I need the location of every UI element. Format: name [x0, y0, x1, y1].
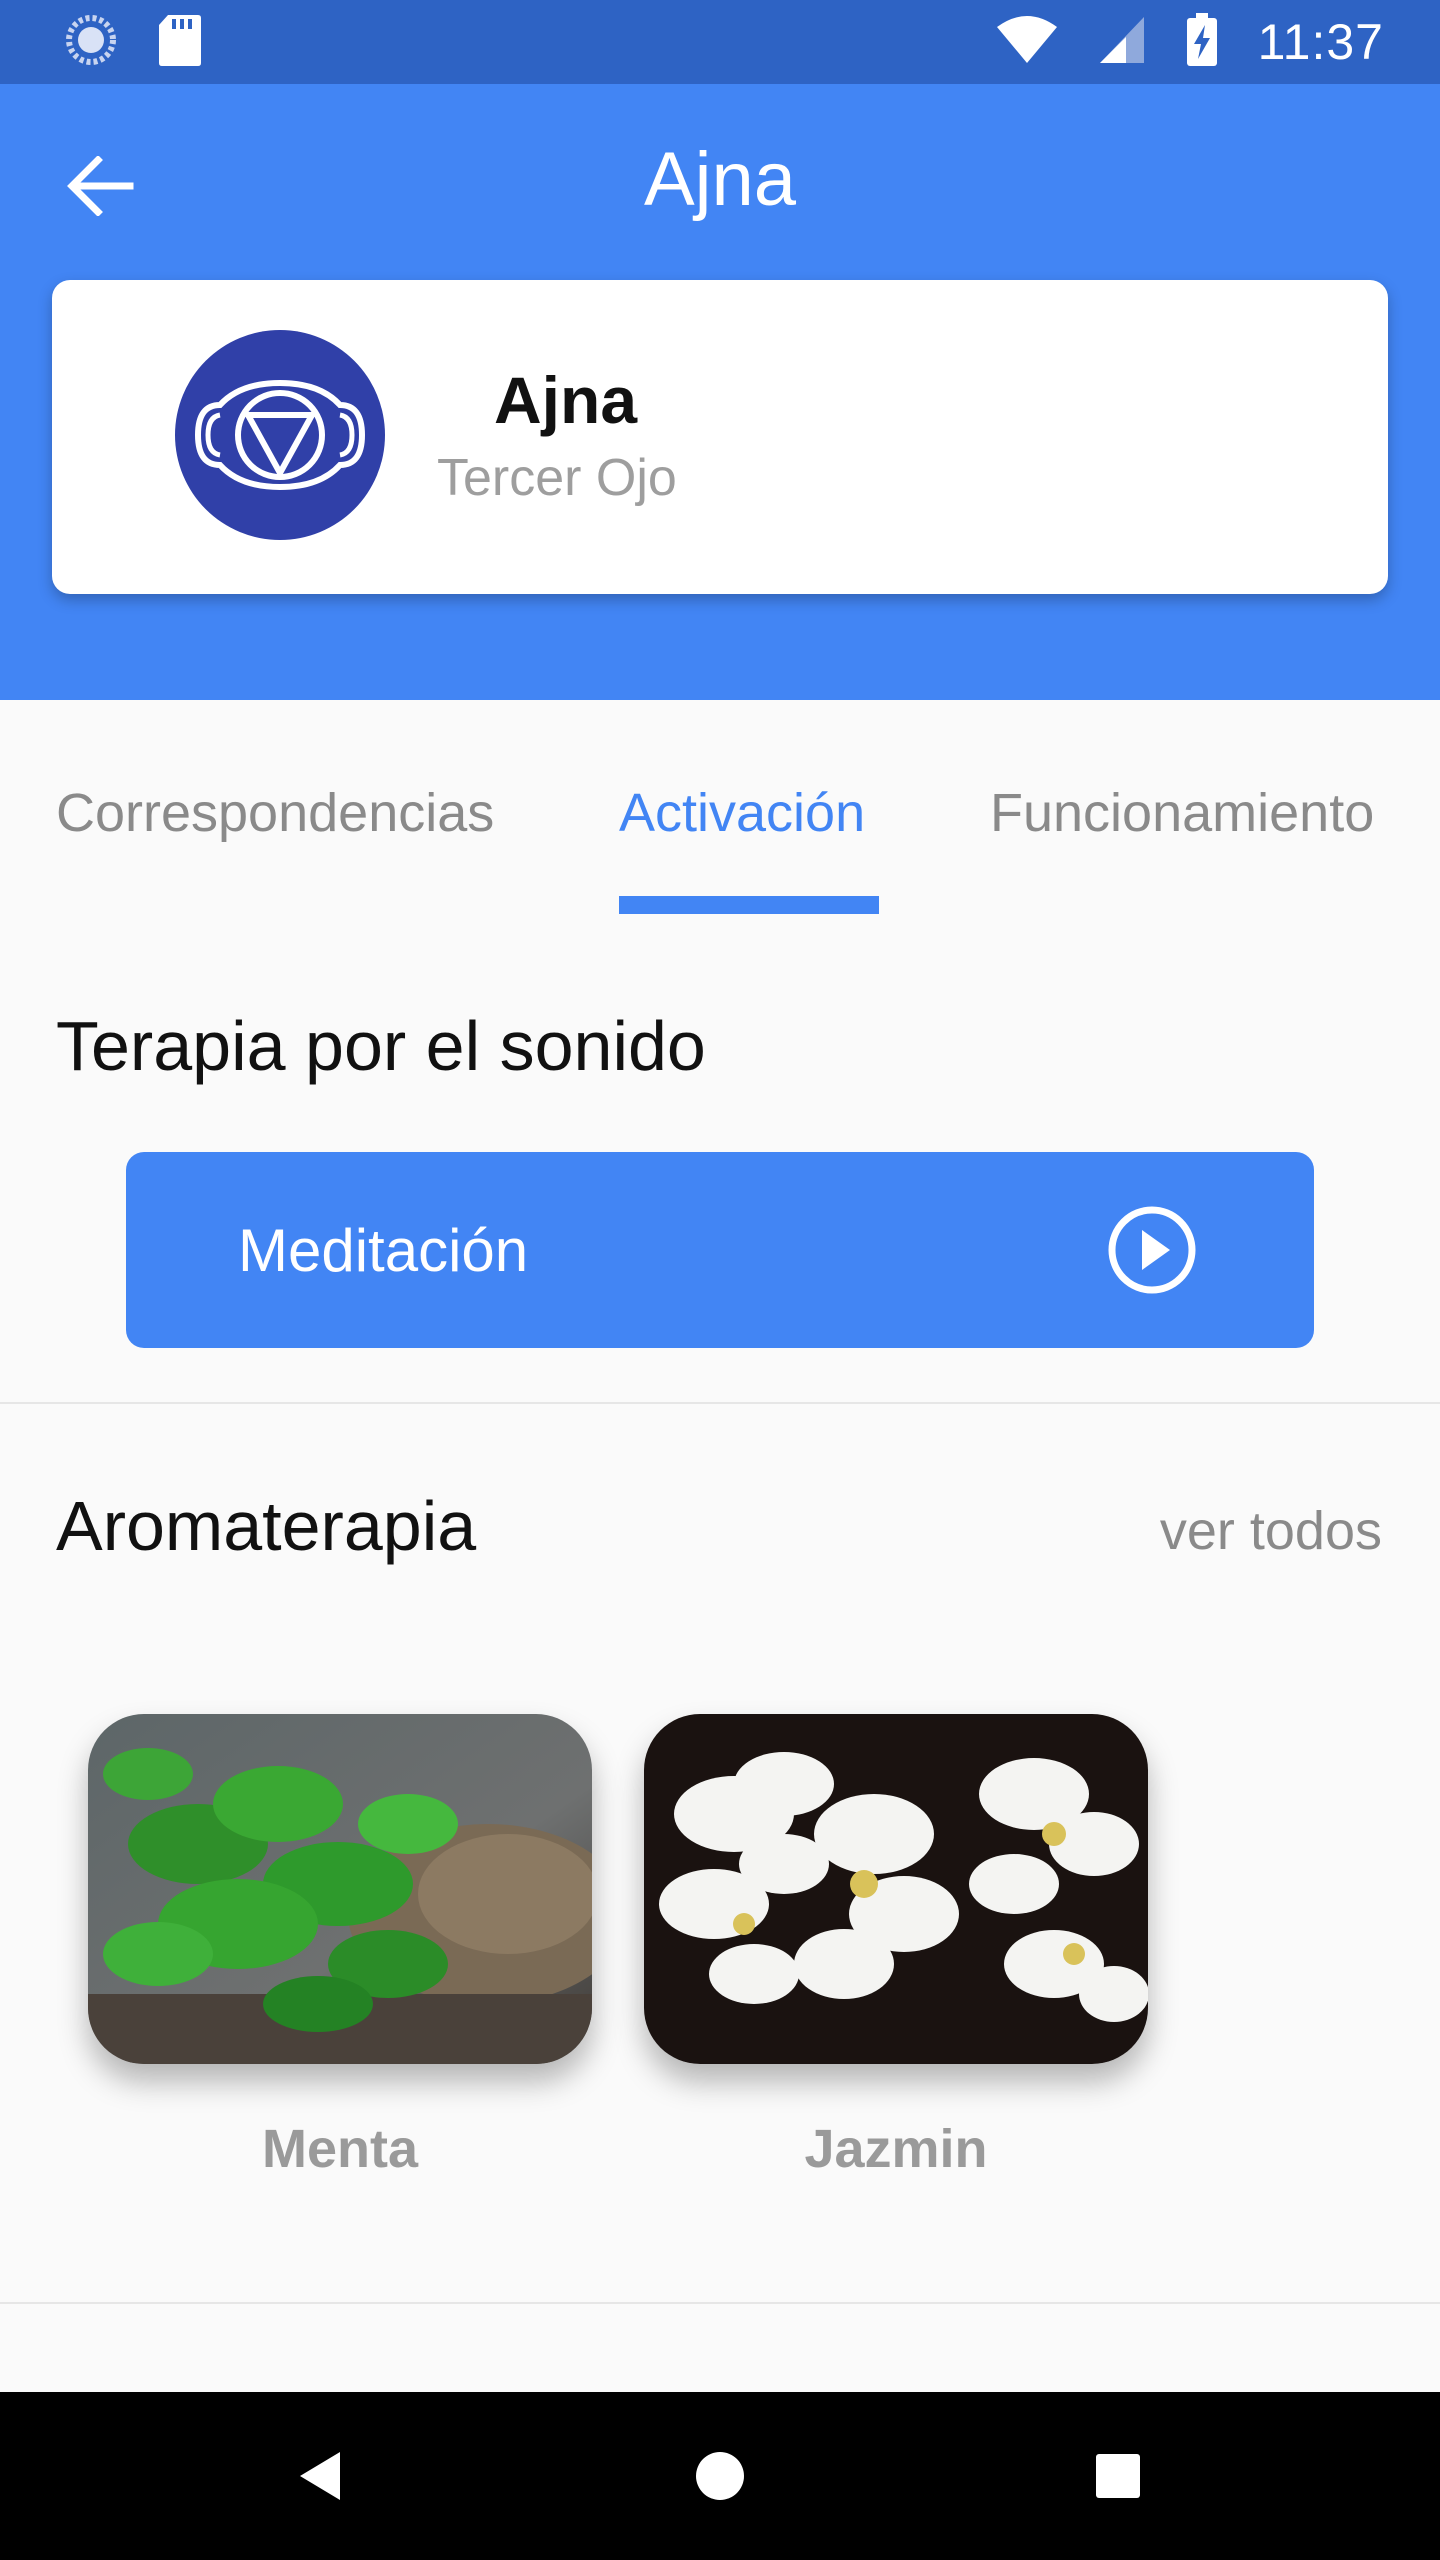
nav-recents-icon[interactable]	[1078, 2436, 1158, 2516]
meditation-label: Meditación	[238, 1217, 529, 1284]
jasmine-label: Jazmin	[804, 2119, 988, 2179]
nav-back-icon[interactable]	[282, 2436, 362, 2516]
app-title: Ajna	[643, 137, 797, 222]
status-time: 11:37	[1257, 14, 1384, 70]
sound-therapy-title: Terapia por el sonido	[56, 1007, 706, 1085]
nav-home-icon[interactable]	[680, 2436, 760, 2516]
play-circle-icon	[1104, 1202, 1200, 1298]
jasmine-flowers-photo[interactable]	[644, 1714, 1148, 2064]
section-divider	[0, 1402, 1440, 1404]
wifi-icon	[996, 15, 1058, 70]
chakra-name: Ajna	[494, 363, 638, 437]
loading-icon	[64, 13, 118, 72]
tab-funcionamiento[interactable]: Funcionamiento	[990, 782, 1374, 844]
status-left	[64, 13, 202, 72]
aromatherapy-title: Aromaterapia	[56, 1487, 477, 1565]
third-eye-chakra-icon	[175, 330, 385, 540]
sd-card-icon	[158, 13, 202, 72]
tab-bar: Correspondencias Activación Funcionamien…	[0, 700, 1440, 920]
system-nav-bar	[0, 2392, 1440, 2560]
chakra-card: Ajna Tercer Ojo	[52, 280, 1388, 594]
chakra-subtitle: Tercer Ojo	[437, 449, 677, 507]
app-header: Ajna Ajna Tercer Ojo	[0, 84, 1440, 700]
tab-activacion[interactable]: Activación	[619, 782, 865, 844]
bottom-divider	[0, 2302, 1440, 2304]
mint-label: Menta	[261, 2119, 418, 2179]
active-tab-indicator	[619, 896, 879, 914]
status-right: 11:37	[996, 12, 1384, 72]
see-all-link[interactable]: ver todos	[1160, 1500, 1382, 1562]
tab-correspondencias[interactable]: Correspondencias	[56, 782, 494, 844]
status-bar: 11:37	[0, 0, 1440, 84]
meditation-button[interactable]: Meditación	[126, 1152, 1314, 1348]
battery-charging-icon	[1186, 12, 1218, 72]
signal-icon	[1098, 15, 1146, 70]
mint-leaves-photo[interactable]	[88, 1714, 592, 2064]
